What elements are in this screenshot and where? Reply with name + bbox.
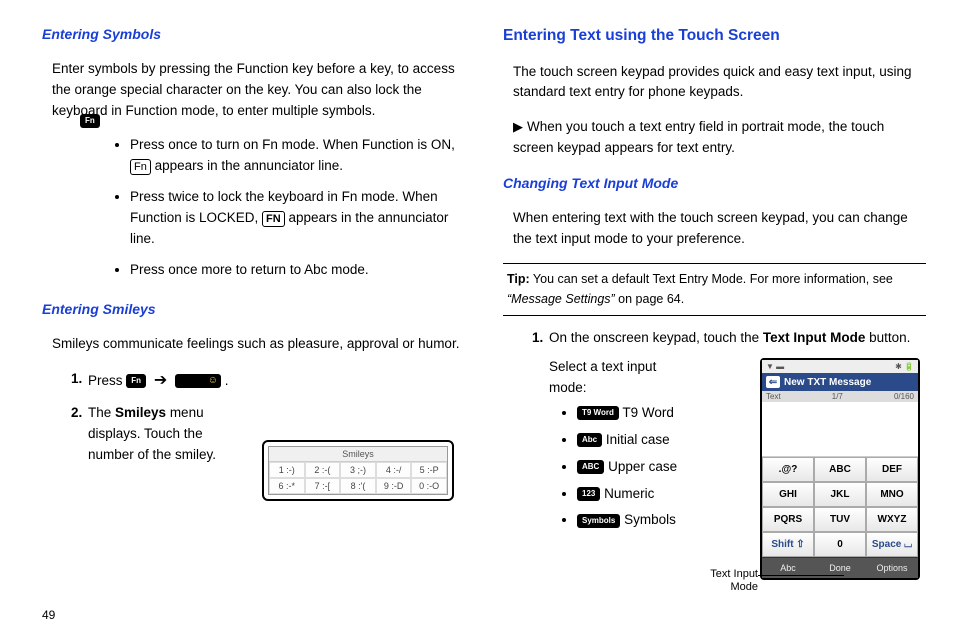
- back-icon: ⇐: [766, 376, 780, 388]
- smiley-cell: 6 :-*: [269, 478, 305, 494]
- select-mode-prompt: Select a text input mode:: [549, 357, 689, 399]
- touch-intro: The touch screen keypad provides quick a…: [513, 62, 926, 104]
- heading-entering-symbols: Entering Symbols: [42, 24, 465, 46]
- tip-box: Tip: You can set a default Text Entry Mo…: [503, 263, 926, 316]
- smiley-cell: 5 :-P: [411, 462, 447, 478]
- key: .@?: [762, 457, 814, 482]
- heading-entering-smileys: Entering Smileys: [42, 299, 465, 321]
- arrow-icon: ➔: [154, 372, 167, 389]
- key-shift: Shift ⇧: [762, 532, 814, 557]
- status-right: ✱ 🔋: [895, 362, 914, 371]
- smiley-cell: 1 :-): [269, 462, 305, 478]
- key: GHI: [762, 482, 814, 507]
- phone-title: New TXT Message: [784, 377, 871, 388]
- left-column: Entering Symbols Enter symbols by pressi…: [42, 24, 465, 628]
- key: PQRS: [762, 507, 814, 532]
- key: MNO: [866, 482, 918, 507]
- smiley-cell: 4 :-/: [376, 462, 412, 478]
- fn-key-icon: Fn: [126, 374, 146, 388]
- fn-lock-icon: FN: [262, 211, 285, 227]
- heading-change-mode: Changing Text Input Mode: [503, 173, 926, 195]
- softkey-options: Options: [866, 557, 918, 578]
- bullet-fn-lock: Press twice to lock the keyboard in Fn m…: [130, 187, 465, 250]
- heading-touch-screen: Entering Text using the Touch Screen: [503, 24, 926, 48]
- smileys-popup-illustration: Smileys 1 :-) 2 :-( 3 ;-) 4 :-/ 5 :-P 6 …: [262, 440, 454, 501]
- symbols-badge-icon: Symbols: [577, 514, 620, 528]
- smiley-cell: 2 :-(: [305, 462, 341, 478]
- phone-caption: Text InputMode: [710, 568, 758, 594]
- abc-badge-icon: Abc: [577, 433, 602, 447]
- smiley-cell: 3 ;-): [340, 462, 376, 478]
- smiley-cell: 9 :-D: [376, 478, 412, 494]
- key: JKL: [814, 482, 866, 507]
- smileys-popup-title: Smileys: [269, 447, 447, 462]
- smiley-step-1: Press Fn ➔ .: [86, 369, 465, 394]
- symbols-bullets: Press once to turn on Fn mode. When Func…: [130, 135, 465, 281]
- key: DEF: [866, 457, 918, 482]
- upper-badge-icon: ABC: [577, 460, 604, 474]
- phone-keypad: .@? ABC DEF GHI JKL MNO PQRS TUV WXYZ Sh…: [762, 457, 918, 557]
- pointer-icon: ▶: [513, 119, 523, 134]
- smiley-cell: 7 :-[: [305, 478, 341, 494]
- smileys-intro: Smileys communicate feelings such as ple…: [52, 334, 465, 355]
- change-mode-intro: When entering text with the touch screen…: [513, 208, 926, 250]
- phone-screenshot: ▼ ▬ ✱ 🔋 ⇐ New TXT Message Text 1/7 0/160…: [760, 358, 920, 580]
- key: 0: [814, 532, 866, 557]
- caption-leader-line: [758, 575, 844, 576]
- fn-key-icon: Fn: [80, 114, 100, 128]
- smiley-cell: 0 :-O: [411, 478, 447, 494]
- numeric-badge-icon: 123: [577, 487, 600, 501]
- key: ABC: [814, 457, 866, 482]
- touch-note: ▶When you touch a text entry field in po…: [513, 117, 926, 159]
- fn-on-icon: Fn: [130, 159, 151, 175]
- space-smiley-key-icon: [175, 374, 221, 388]
- smiley-cell: 8 :'(: [340, 478, 376, 494]
- bullet-fn-return: Press once more to return to Abc mode.: [130, 260, 465, 281]
- phone-textarea: [762, 402, 918, 457]
- key: WXYZ: [866, 507, 918, 532]
- key: TUV: [814, 507, 866, 532]
- status-left: ▼ ▬: [766, 362, 784, 371]
- key-space: Space ⌴: [866, 532, 918, 557]
- page-number: 49: [42, 608, 55, 622]
- t9-badge-icon: T9 Word: [577, 406, 619, 420]
- symbols-intro: Enter symbols by pressing the Function k…: [52, 59, 465, 122]
- bullet-fn-on: Press once to turn on Fn mode. When Func…: [130, 135, 465, 177]
